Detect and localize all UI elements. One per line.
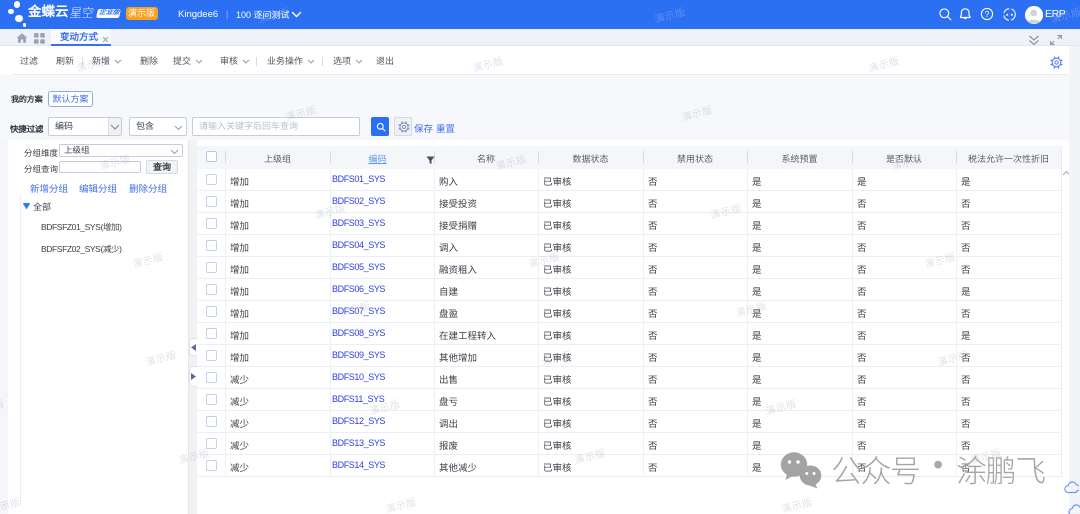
svg-text:?: ? [985,9,990,19]
